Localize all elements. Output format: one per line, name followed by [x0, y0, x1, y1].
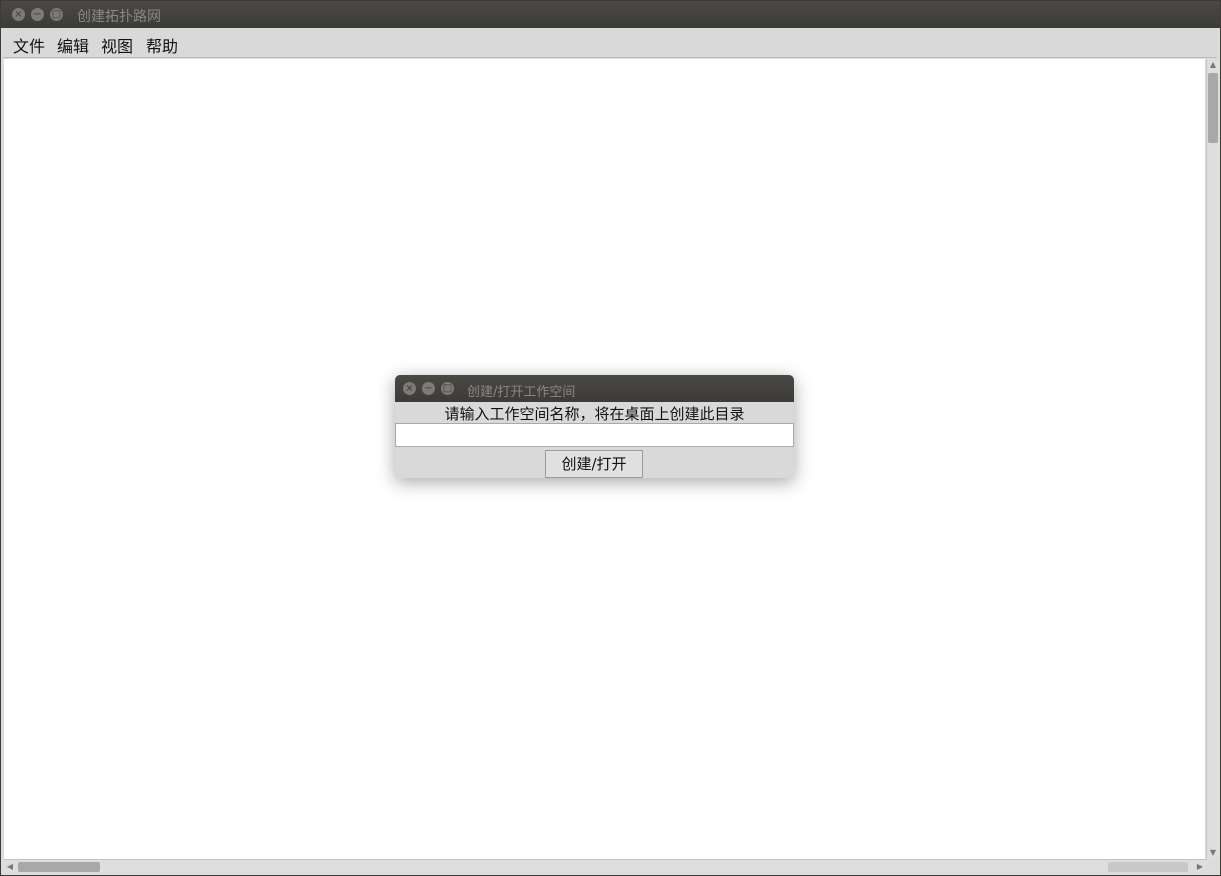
dialog-prompt: 请输入工作空间名称，将在桌面上创建此目录 [444, 405, 745, 423]
vertical-scrollbar[interactable]: ▲ ▼ [1206, 59, 1219, 859]
dialog-titlebar[interactable]: × − □ 创建/打开工作空间 [395, 375, 794, 402]
close-icon[interactable]: × [12, 8, 25, 21]
main-titlebar[interactable]: × − □ 创建拓扑路网 [1, 1, 1220, 28]
minimize-icon[interactable]: − [31, 8, 44, 21]
menubar: 文件 编辑 视图 帮助 [3, 28, 1217, 58]
dialog-minimize-icon[interactable]: − [422, 382, 435, 395]
scroll-left-arrow-icon[interactable]: ◀ [4, 860, 16, 874]
menu-file[interactable]: 文件 [13, 33, 45, 57]
maximize-icon[interactable]: □ [50, 8, 63, 21]
dialog-close-icon[interactable]: × [403, 382, 416, 395]
workspace-name-input[interactable] [395, 423, 794, 447]
scroll-right-arrow-icon[interactable]: ▶ [1194, 860, 1206, 874]
menu-help[interactable]: 帮助 [146, 33, 178, 57]
dialog-title: 创建/打开工作空间 [467, 385, 576, 400]
horizontal-scrollbar[interactable]: ◀ ▶ [4, 859, 1206, 874]
dialog-maximize-icon[interactable]: □ [441, 382, 454, 395]
create-open-button[interactable]: 创建/打开 [545, 450, 643, 478]
scroll-down-arrow-icon[interactable]: ▼ [1207, 847, 1219, 859]
window-title: 创建拓扑路网 [77, 9, 161, 25]
menu-view[interactable]: 视图 [101, 33, 133, 57]
workspace-dialog: × − □ 创建/打开工作空间 请输入工作空间名称，将在桌面上创建此目录 创建/… [395, 375, 794, 478]
vertical-scroll-thumb[interactable] [1208, 73, 1218, 143]
horizontal-scroll-thumb[interactable] [18, 862, 100, 872]
menu-edit[interactable]: 编辑 [57, 33, 89, 57]
scroll-up-arrow-icon[interactable]: ▲ [1207, 59, 1219, 71]
horizontal-scroll-track [1108, 862, 1188, 872]
